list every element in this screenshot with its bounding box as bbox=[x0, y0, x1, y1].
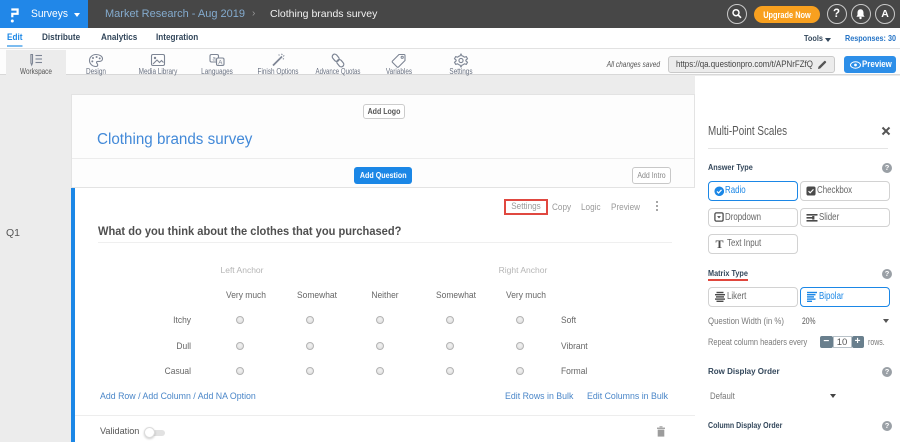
svg-text:a: a bbox=[213, 56, 217, 62]
svg-text:A: A bbox=[218, 59, 223, 66]
svg-text:T: T bbox=[715, 238, 723, 250]
